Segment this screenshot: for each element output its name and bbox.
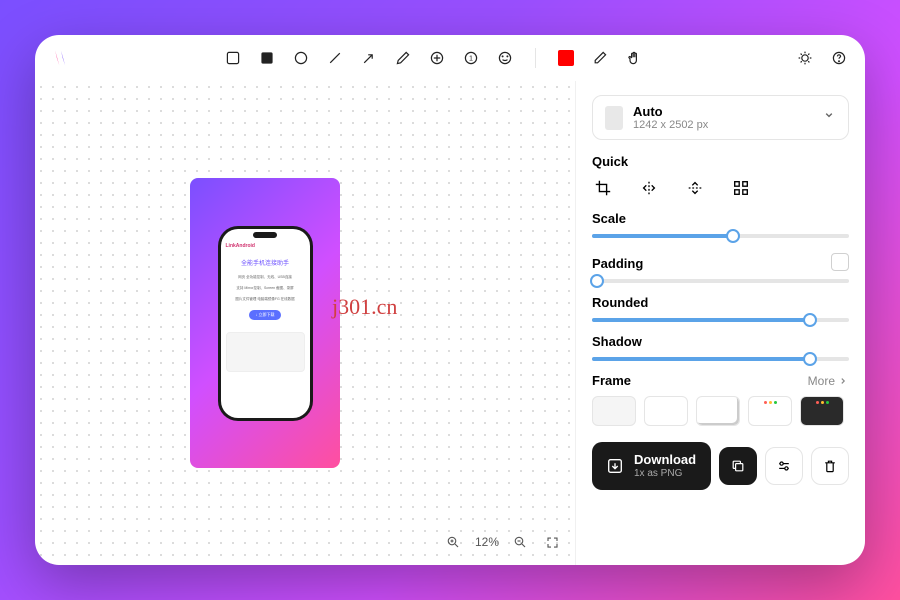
zoom-level: 12%: [475, 535, 499, 549]
download-subtitle: 1x as PNG: [634, 468, 696, 480]
frame-label: Frame: [592, 373, 631, 388]
padding-toggle[interactable]: [831, 253, 849, 271]
padding-slider[interactable]: [592, 279, 849, 283]
shadow-label: Shadow: [592, 334, 849, 349]
help-icon[interactable]: [829, 48, 849, 68]
step-tool[interactable]: 1: [461, 48, 481, 68]
line-tool[interactable]: [325, 48, 345, 68]
download-button[interactable]: Download 1x as PNG: [592, 442, 711, 490]
delete-button[interactable]: [811, 447, 849, 485]
preset-dimensions: 1242 x 2502 px: [633, 119, 812, 131]
phone-feature: 网页 全功能控制、无线、USB连接: [226, 275, 305, 280]
zoom-controls: 12%: [443, 531, 563, 553]
grid-button[interactable]: [730, 177, 752, 199]
watermark: j301.cn: [332, 294, 397, 320]
preset-thumb: [605, 106, 623, 130]
shadow-slider[interactable]: [592, 357, 849, 361]
canvas[interactable]: LinkAndroid 全能手机连接助手 网页 全功能控制、无线、USB连接 支…: [35, 81, 575, 565]
mockup-frame[interactable]: LinkAndroid 全能手机连接助手 网页 全功能控制、无线、USB连接 支…: [190, 178, 340, 468]
zoom-out-button[interactable]: [509, 531, 531, 553]
theme-toggle-icon[interactable]: [795, 48, 815, 68]
frame-option-mac-dark[interactable]: [800, 396, 844, 426]
emoji-tool[interactable]: [495, 48, 515, 68]
frame-option-mac-light[interactable]: [748, 396, 792, 426]
app-window: 1 LinkAndroid 全能手机连接助手 网页 全功能控制、无线、USB连接…: [35, 35, 865, 565]
settings-button[interactable]: [765, 447, 803, 485]
annotate-tool[interactable]: [427, 48, 447, 68]
svg-text:1: 1: [469, 53, 473, 62]
phone-preview-img: [226, 332, 305, 372]
phone-cta: ↓ 立即下载: [249, 310, 280, 320]
flip-horizontal-button[interactable]: [638, 177, 660, 199]
phone-feature: 支持 Mirror控制、Screen 截图、录屏: [226, 286, 305, 291]
phone-notch: [253, 232, 277, 238]
phone-brand: LinkAndroid: [226, 243, 305, 249]
arrow-tool[interactable]: [359, 48, 379, 68]
rounded-slider[interactable]: [592, 318, 849, 322]
scale-slider[interactable]: [592, 234, 849, 238]
color-picker[interactable]: [556, 48, 576, 68]
pen-tool[interactable]: [393, 48, 413, 68]
frame-more-link[interactable]: More: [808, 374, 849, 388]
hand-tool[interactable]: [624, 48, 644, 68]
properties-panel: Auto 1242 x 2502 px Quick Scale Padding …: [575, 81, 865, 565]
app-logo[interactable]: [51, 48, 71, 68]
size-preset-dropdown[interactable]: Auto 1242 x 2502 px: [592, 95, 849, 140]
rect-fill-tool[interactable]: [257, 48, 277, 68]
fullscreen-button[interactable]: [541, 531, 563, 553]
copy-button[interactable]: [719, 447, 757, 485]
zoom-in-button[interactable]: [443, 531, 465, 553]
padding-label: Padding: [592, 256, 643, 271]
preset-title: Auto: [633, 104, 812, 119]
frame-option-shadow[interactable]: [696, 396, 740, 426]
scale-label: Scale: [592, 211, 849, 226]
phone-feature: 图片文件管理 电脑端镜像FG 在线数据: [226, 297, 305, 302]
circle-tool[interactable]: [291, 48, 311, 68]
download-title: Download: [634, 452, 696, 468]
pencil-tool[interactable]: [590, 48, 610, 68]
toolbar-divider: [535, 48, 536, 68]
rect-outline-tool[interactable]: [223, 48, 243, 68]
crop-button[interactable]: [592, 177, 614, 199]
phone-title: 全能手机连接助手: [226, 258, 305, 267]
toolbar: 1: [35, 35, 865, 81]
chevron-down-icon: [822, 108, 836, 127]
quick-label: Quick: [592, 154, 849, 169]
rounded-label: Rounded: [592, 295, 849, 310]
frame-option-rounded[interactable]: [644, 396, 688, 426]
frame-option-none[interactable]: [592, 396, 636, 426]
phone-device: LinkAndroid 全能手机连接助手 网页 全功能控制、无线、USB连接 支…: [218, 226, 313, 421]
flip-vertical-button[interactable]: [684, 177, 706, 199]
